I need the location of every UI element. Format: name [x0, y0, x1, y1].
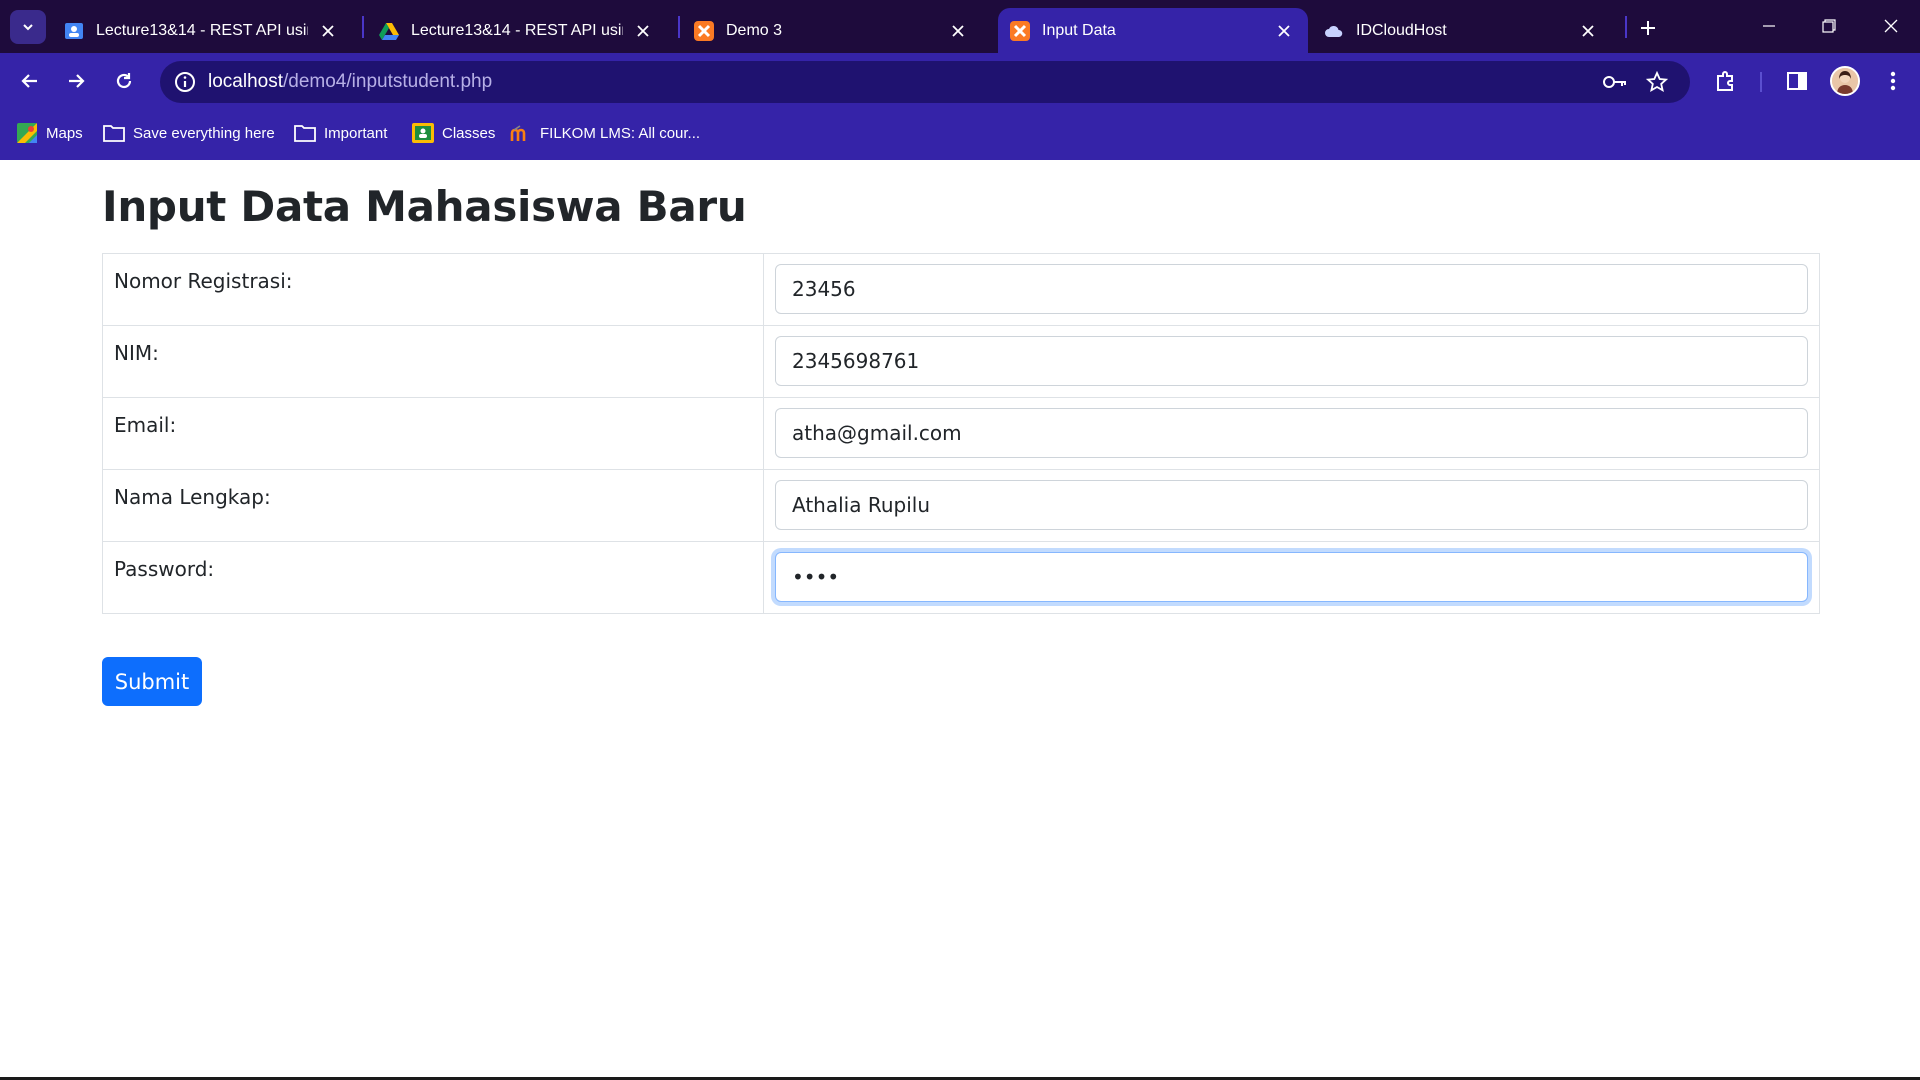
tab-input-data[interactable]: Input Data	[998, 8, 1308, 53]
tab-demo-3[interactable]: Demo 3	[682, 8, 982, 53]
form-row-full-name: Nama Lengkap:	[102, 469, 1820, 542]
side-panel-button[interactable]	[1780, 64, 1814, 98]
page-title: Input Data Mahasiswa Baru	[102, 182, 747, 231]
submit-button[interactable]: Submit	[102, 657, 202, 706]
form-row-registration: Nomor Registrasi:	[102, 253, 1820, 326]
close-icon[interactable]	[1272, 19, 1296, 43]
bookmark-label: Maps	[46, 124, 83, 142]
folder-icon	[294, 122, 316, 144]
tab-idcloudhost[interactable]: IDCloudHost	[1312, 8, 1612, 53]
email-input[interactable]	[775, 408, 1808, 458]
nim-input[interactable]	[775, 336, 1808, 386]
page-content: Input Data Mahasiswa Baru Nomor Registra…	[0, 160, 1920, 1080]
side-panel-icon	[1787, 72, 1807, 90]
tab-title: Lecture13&14 - REST API using Fra	[96, 21, 308, 39]
browser-toolbar: localhost/demo4/inputstudent.php	[0, 53, 1920, 107]
restore-icon	[1822, 19, 1836, 33]
moodle-icon	[510, 122, 532, 144]
google-classroom-icon	[64, 21, 84, 41]
bookmark-label: FILKOM LMS: All cour...	[540, 124, 701, 142]
form-row-password: Password:	[102, 541, 1820, 614]
full-name-input[interactable]	[775, 480, 1808, 530]
url-path: /demo4/inputstudent.php	[283, 71, 493, 92]
bookmark-filkom-lms[interactable]: FILKOM LMS: All cour...	[510, 120, 700, 146]
field-label: Nama Lengkap:	[102, 469, 764, 542]
bookmark-important[interactable]: Important	[294, 120, 387, 146]
xampp-icon	[694, 20, 714, 41]
tab-title: IDCloudHost	[1356, 21, 1447, 39]
new-tab-button[interactable]	[1632, 14, 1664, 42]
tab-title: Demo 3	[726, 21, 783, 39]
folder-icon	[103, 122, 125, 144]
reload-icon	[116, 73, 132, 89]
back-button[interactable]	[12, 63, 48, 99]
tab-title: Lecture13&14 - REST API using Fra	[411, 21, 623, 39]
field-label: Password:	[102, 541, 764, 614]
close-icon	[1884, 19, 1898, 33]
toolbar-divider	[1760, 72, 1762, 92]
bookmark-save-everything[interactable]: Save everything here	[103, 120, 275, 146]
tab-title: Input Data	[1042, 21, 1116, 39]
tab-search-button[interactable]	[10, 10, 46, 44]
restore-button[interactable]	[1804, 10, 1854, 42]
bookmarks-bar: Maps Save everything here Important Clas…	[0, 107, 1920, 160]
password-input[interactable]	[775, 552, 1808, 602]
close-icon[interactable]	[316, 19, 340, 43]
browser-menu-button[interactable]	[1876, 64, 1910, 98]
tab-separator	[362, 16, 364, 38]
bookmark-label: Important	[324, 124, 388, 142]
address-bar[interactable]: localhost/demo4/inputstudent.php	[160, 61, 1690, 103]
more-vertical-icon	[1890, 71, 1896, 91]
close-window-button[interactable]	[1866, 10, 1916, 42]
forward-button[interactable]	[58, 63, 94, 99]
plus-icon	[1641, 21, 1655, 35]
bookmark-classes[interactable]: Classes	[412, 120, 495, 146]
bookmark-label: Classes	[442, 124, 496, 142]
field-label: Email:	[102, 397, 764, 470]
bookmark-star-icon[interactable]	[1642, 67, 1672, 97]
bookmark-label: Save everything here	[133, 124, 275, 142]
bookmark-maps[interactable]: Maps	[16, 120, 83, 146]
close-icon[interactable]	[946, 19, 970, 43]
arrow-left-icon	[21, 74, 37, 88]
form-row-nim: NIM:	[102, 325, 1820, 398]
field-label: Nomor Registrasi:	[102, 253, 764, 326]
url-host: localhost	[208, 71, 283, 92]
form-row-email: Email:	[102, 397, 1820, 470]
close-icon[interactable]	[1576, 19, 1600, 43]
classroom-icon	[412, 122, 434, 144]
tab-lecture-drive[interactable]: Lecture13&14 - REST API using Fra	[367, 8, 667, 53]
cloud-icon	[1324, 21, 1344, 41]
url-text[interactable]: localhost/demo4/inputstudent.php	[208, 71, 492, 93]
tab-lecture-classroom[interactable]: Lecture13&14 - REST API using Fra	[52, 8, 352, 53]
tab-strip: Lecture13&14 - REST API using Fra Lectur…	[0, 0, 1920, 53]
password-key-icon[interactable]	[1600, 67, 1630, 97]
chevron-down-icon	[23, 24, 33, 31]
tab-separator	[1625, 16, 1627, 38]
xampp-icon	[1010, 20, 1030, 41]
profile-avatar[interactable]	[1830, 66, 1860, 96]
maps-icon	[16, 122, 38, 144]
extensions-button[interactable]	[1709, 64, 1743, 98]
student-form-table: Nomor Registrasi: NIM: Email: Nama Lengk…	[102, 253, 1820, 614]
minimize-icon	[1763, 25, 1775, 27]
registration-number-input[interactable]	[775, 264, 1808, 314]
reload-button[interactable]	[106, 63, 142, 99]
field-label: NIM:	[102, 325, 764, 398]
puzzle-icon	[1717, 71, 1733, 91]
google-drive-icon	[379, 21, 399, 41]
close-icon[interactable]	[631, 19, 655, 43]
tab-separator	[678, 16, 680, 38]
minimize-button[interactable]	[1744, 10, 1794, 42]
site-info-icon[interactable]	[170, 67, 200, 97]
arrow-right-icon	[69, 74, 85, 88]
